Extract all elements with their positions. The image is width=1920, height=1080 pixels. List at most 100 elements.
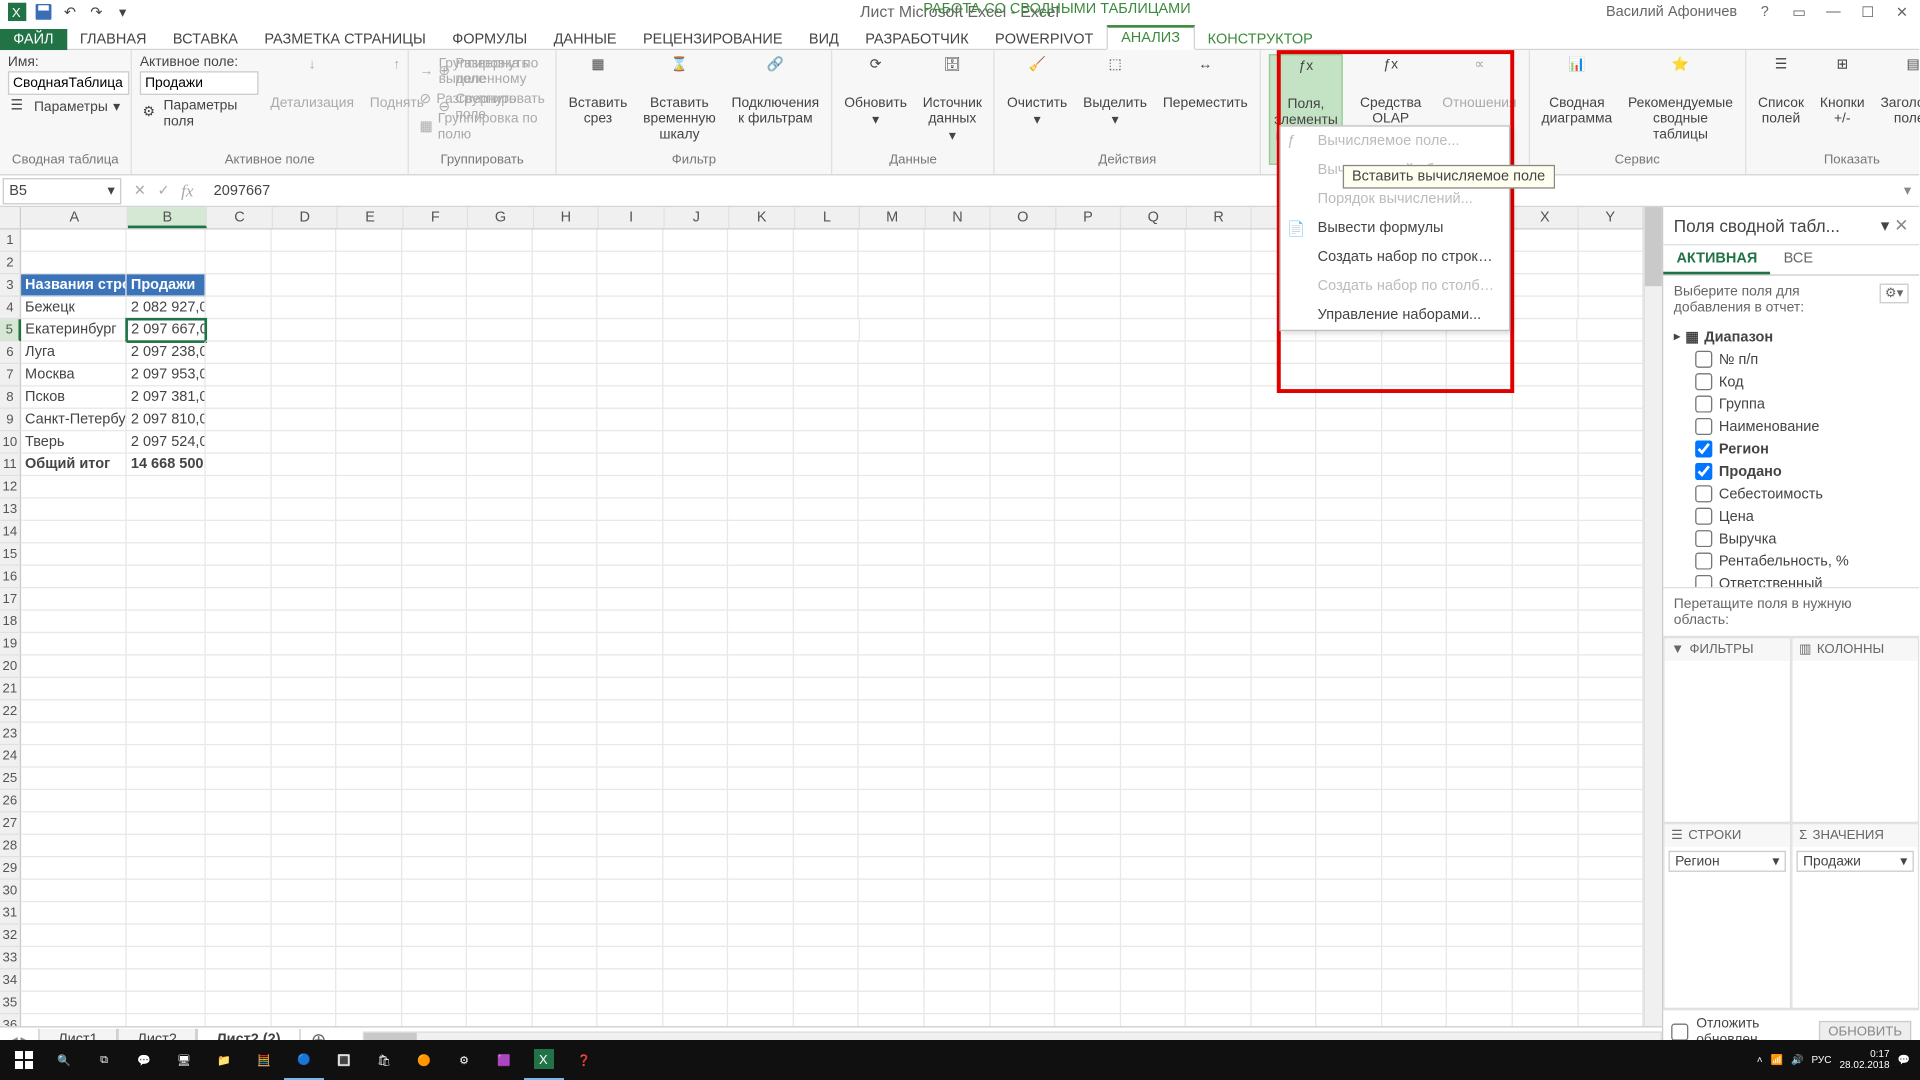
cell[interactable]	[925, 969, 990, 991]
cell[interactable]	[271, 969, 336, 991]
cell[interactable]	[1317, 902, 1382, 924]
cell[interactable]	[729, 476, 794, 498]
cell[interactable]	[206, 588, 271, 610]
cell[interactable]	[1382, 745, 1447, 767]
active-field-input[interactable]	[140, 71, 259, 95]
cell[interactable]	[729, 656, 794, 678]
cell[interactable]	[598, 297, 663, 319]
cell[interactable]	[21, 543, 127, 565]
cell[interactable]	[1578, 297, 1643, 319]
cell[interactable]	[1578, 521, 1643, 543]
field-checkbox[interactable]	[1695, 553, 1712, 570]
cell[interactable]	[1578, 902, 1643, 924]
cell[interactable]	[990, 1014, 1055, 1026]
cell[interactable]	[1317, 386, 1382, 408]
cell[interactable]	[336, 745, 401, 767]
cell[interactable]	[1447, 857, 1512, 879]
cell[interactable]	[1186, 252, 1251, 274]
cell[interactable]	[990, 768, 1055, 790]
cell[interactable]	[467, 409, 532, 431]
row-header[interactable]: 1	[0, 230, 21, 252]
cell[interactable]	[1513, 386, 1578, 408]
cell[interactable]	[925, 364, 990, 386]
cell[interactable]	[990, 656, 1055, 678]
cell[interactable]	[1251, 364, 1316, 386]
cell[interactable]	[127, 252, 206, 274]
cell[interactable]	[859, 723, 924, 745]
insert-slicer-button[interactable]: ▦Вставить срез	[565, 54, 632, 129]
cell[interactable]	[1447, 386, 1512, 408]
cell[interactable]	[598, 611, 663, 633]
cell[interactable]	[1186, 364, 1251, 386]
cell[interactable]	[1578, 992, 1643, 1014]
cell[interactable]	[1186, 633, 1251, 655]
tab-file[interactable]: ФАЙЛ	[0, 29, 67, 50]
cell[interactable]	[1121, 297, 1186, 319]
cell[interactable]	[729, 700, 794, 722]
cell[interactable]	[990, 409, 1055, 431]
cell[interactable]	[533, 902, 598, 924]
field-label[interactable]: Ответственный	[1719, 576, 1823, 587]
cell[interactable]	[990, 566, 1055, 588]
cell[interactable]	[533, 588, 598, 610]
cell[interactable]	[859, 386, 924, 408]
cell[interactable]	[402, 566, 467, 588]
field-checkbox[interactable]	[1695, 396, 1712, 413]
cell[interactable]	[729, 611, 794, 633]
cell[interactable]	[598, 252, 663, 274]
cell[interactable]	[1121, 274, 1186, 296]
cell[interactable]	[1251, 992, 1316, 1014]
cell[interactable]	[1513, 543, 1578, 565]
cell[interactable]	[1251, 1014, 1316, 1026]
cell[interactable]	[1121, 813, 1186, 835]
cell[interactable]	[336, 813, 401, 835]
cell[interactable]	[1578, 543, 1643, 565]
cell[interactable]	[1447, 925, 1512, 947]
column-header[interactable]: D	[273, 207, 338, 228]
cell[interactable]	[794, 790, 859, 812]
cell[interactable]	[663, 992, 728, 1014]
formula-input[interactable]: 2097667	[206, 180, 1896, 201]
cell[interactable]	[127, 925, 206, 947]
cell[interactable]	[206, 633, 271, 655]
cell[interactable]	[990, 342, 1055, 364]
cell[interactable]	[127, 880, 206, 902]
cell[interactable]	[925, 678, 990, 700]
cell[interactable]	[859, 700, 924, 722]
cell[interactable]	[794, 342, 859, 364]
cell[interactable]	[1317, 656, 1382, 678]
cell[interactable]	[467, 633, 532, 655]
cell[interactable]	[533, 611, 598, 633]
cell[interactable]	[729, 745, 794, 767]
cell[interactable]	[859, 880, 924, 902]
cell[interactable]	[336, 1014, 401, 1026]
cell[interactable]	[271, 925, 336, 947]
cell[interactable]	[467, 992, 532, 1014]
cell[interactable]	[794, 521, 859, 543]
search-button[interactable]: 🔍	[44, 1040, 84, 1080]
cell[interactable]	[467, 813, 532, 835]
cell[interactable]	[533, 835, 598, 857]
minimize-icon[interactable]: —	[1822, 1, 1846, 22]
cell[interactable]	[1317, 880, 1382, 902]
taskbar-app-4[interactable]: 🟠	[404, 1040, 444, 1080]
defer-update-checkbox[interactable]	[1671, 1023, 1688, 1040]
cell[interactable]	[21, 925, 127, 947]
cell[interactable]	[206, 230, 271, 252]
cell[interactable]	[127, 588, 206, 610]
cell[interactable]	[1578, 499, 1643, 521]
cell[interactable]	[467, 1014, 532, 1026]
cell[interactable]	[859, 499, 924, 521]
column-header[interactable]: C	[208, 207, 273, 228]
cell[interactable]	[402, 656, 467, 678]
cell[interactable]	[729, 409, 794, 431]
cell[interactable]	[1055, 813, 1120, 835]
cell[interactable]	[925, 633, 990, 655]
cell[interactable]	[663, 431, 728, 453]
cell[interactable]	[1055, 969, 1120, 991]
cell[interactable]	[859, 476, 924, 498]
cell[interactable]	[794, 947, 859, 969]
task-view-button[interactable]: ⧉	[84, 1040, 124, 1080]
cell[interactable]	[336, 230, 401, 252]
cell[interactable]	[1186, 813, 1251, 835]
